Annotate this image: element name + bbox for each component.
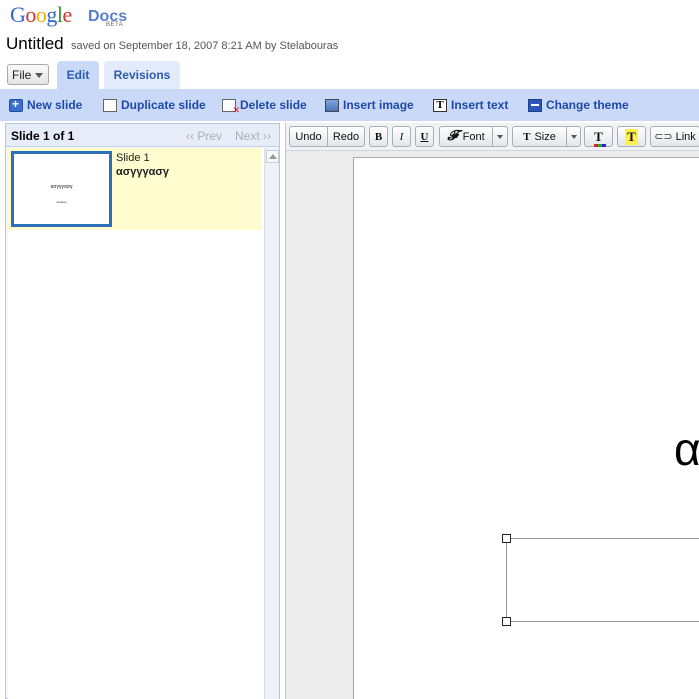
font-button[interactable]: 𝓕 Font bbox=[439, 126, 493, 147]
slide-label: Slide 1 bbox=[116, 152, 150, 164]
file-menu-button[interactable]: File bbox=[7, 64, 49, 85]
bold-icon: B bbox=[374, 130, 383, 143]
text-color-icon: T bbox=[594, 128, 606, 147]
logo-google-text: Google bbox=[10, 2, 72, 27]
change-theme-button[interactable]: Change theme bbox=[528, 97, 629, 113]
slide-count: Slide 1 of 1 bbox=[11, 129, 75, 143]
duplicate-slide-label: Duplicate slide bbox=[121, 98, 206, 112]
saved-status: saved on September 18, 2007 8:21 AM by S… bbox=[70, 40, 339, 52]
size-button[interactable]: T Size bbox=[512, 126, 567, 147]
formatting-toolbar: Undo Redo B I U 𝓕 Font T Size T T ⊂⊃ Lin… bbox=[286, 123, 699, 151]
thumbnail-title: ασγγγασγ bbox=[50, 184, 73, 190]
highlight-color-button[interactable]: T bbox=[617, 126, 646, 147]
redo-button[interactable]: Redo bbox=[327, 126, 365, 147]
font-size-icon: T bbox=[523, 130, 531, 143]
underline-button[interactable]: U bbox=[415, 126, 434, 147]
change-theme-label: Change theme bbox=[546, 98, 629, 112]
theme-icon bbox=[528, 98, 542, 112]
scroll-up-arrow-icon[interactable] bbox=[266, 150, 279, 163]
next-slide-link[interactable]: Next ›› bbox=[235, 129, 271, 143]
bold-button[interactable]: B bbox=[369, 126, 388, 147]
slide-list-scrollbar[interactable] bbox=[264, 148, 279, 699]
prev-slide-link[interactable]: ‹‹ Prev bbox=[186, 129, 222, 143]
thumbnail-subtitle: aaaaaa bbox=[56, 200, 67, 204]
link-label: Link bbox=[675, 130, 696, 143]
insert-link-button[interactable]: ⊂⊃ Link bbox=[650, 126, 699, 147]
resize-handle-top-left[interactable] bbox=[502, 534, 511, 543]
chevron-down-icon bbox=[35, 73, 43, 78]
delete-slide-label: Delete slide bbox=[240, 98, 307, 112]
font-label: Font bbox=[462, 130, 485, 143]
google-docs-logo[interactable]: Google Docs BETA bbox=[10, 2, 127, 28]
file-menu-label: File bbox=[12, 68, 32, 82]
text-box-icon: T bbox=[433, 98, 447, 112]
highlight-icon: T bbox=[625, 128, 638, 145]
slide-thumbnail[interactable]: ασγγγασγ aaaaaa bbox=[11, 151, 112, 227]
document-title[interactable]: Untitled bbox=[6, 34, 64, 53]
slide-summary-text: ασγγγασγ bbox=[116, 166, 170, 178]
text-color-button[interactable]: T bbox=[584, 126, 613, 147]
insert-image-label: Insert image bbox=[343, 98, 414, 112]
new-slide-label: New slide bbox=[27, 98, 83, 112]
underline-icon: U bbox=[420, 130, 429, 143]
slide-list-item[interactable]: ασγγγασγ aaaaaa Slide 1 ασγγγασγ bbox=[8, 148, 262, 230]
insert-text-label: Insert text bbox=[451, 98, 509, 112]
chevron-down-icon bbox=[570, 134, 577, 139]
tab-revisions[interactable]: Revisions bbox=[104, 61, 180, 89]
image-icon bbox=[325, 98, 339, 112]
duplicate-slide-button[interactable]: Duplicate slide bbox=[103, 97, 206, 113]
slide-list: ασγγγασγ aaaaaa Slide 1 ασγγγασγ bbox=[8, 148, 264, 699]
delete-slide-icon bbox=[222, 98, 240, 116]
size-label: Size bbox=[534, 130, 556, 143]
chevron-down-icon bbox=[497, 134, 503, 139]
delete-slide-button[interactable]: Delete slide bbox=[222, 97, 307, 116]
italic-icon: I bbox=[399, 130, 404, 143]
logo-beta-badge: BETA bbox=[106, 22, 124, 28]
resize-handle-bottom-left[interactable] bbox=[502, 617, 511, 626]
duplicate-slide-icon bbox=[103, 98, 117, 112]
slide-action-bar: New slide Duplicate slide Delete slide I… bbox=[0, 89, 699, 121]
new-slide-button[interactable]: New slide bbox=[9, 97, 82, 113]
slide-text-box[interactable] bbox=[502, 534, 699, 626]
insert-image-button[interactable]: Insert image bbox=[325, 97, 414, 113]
font-dropdown[interactable] bbox=[492, 126, 508, 147]
italic-button[interactable]: I bbox=[392, 126, 411, 147]
slide-canvas[interactable]: α bbox=[353, 157, 699, 699]
slide-list-panel: Slide 1 of 1 ‹‹ Prev Next ›› ασγγγασγ aa… bbox=[5, 123, 280, 699]
insert-text-button[interactable]: T Insert text bbox=[433, 97, 508, 113]
document-title-row: Untitled saved on September 18, 2007 8:2… bbox=[6, 34, 338, 54]
size-dropdown[interactable] bbox=[566, 126, 581, 147]
new-slide-icon bbox=[9, 97, 23, 112]
tab-edit[interactable]: Edit bbox=[57, 61, 99, 89]
slide-panel-header: Slide 1 of 1 ‹‹ Prev Next ›› bbox=[6, 124, 279, 147]
font-icon: 𝓕 bbox=[447, 128, 458, 144]
link-icon: ⊂⊃ bbox=[654, 131, 673, 143]
slide-title-text[interactable]: α bbox=[674, 422, 699, 476]
undo-button[interactable]: Undo bbox=[289, 126, 328, 147]
